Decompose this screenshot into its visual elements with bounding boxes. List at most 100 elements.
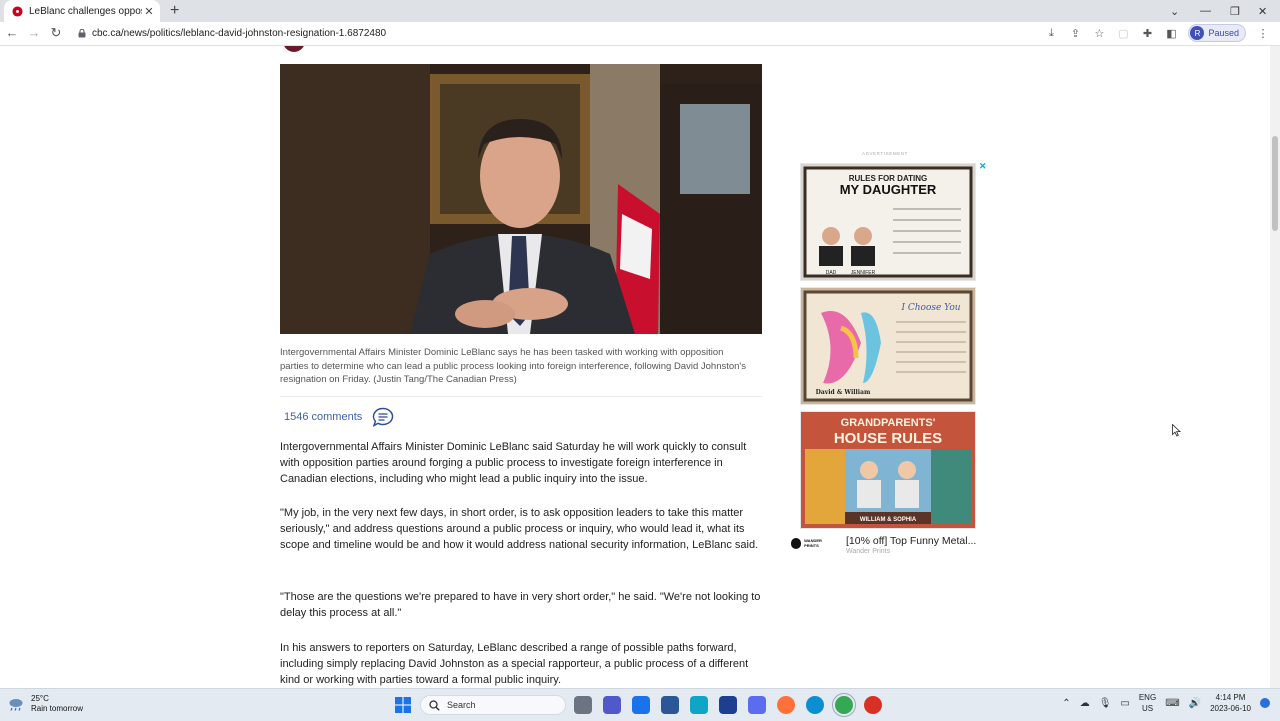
ad2-names: David & William [816, 389, 871, 396]
install-icon[interactable]: ⤓ [1044, 27, 1058, 40]
toolbar-actions: ⤓ ⇪ ☆ ▢ ✚ ◧ R Paused ⋮ [1044, 24, 1270, 42]
language-indicator[interactable]: ENG US [1139, 692, 1156, 714]
network-icon[interactable]: ⌨ [1165, 698, 1179, 709]
back-button[interactable]: ← [4, 25, 20, 40]
windows-taskbar: 25°C Rain tomorrow Search ⌃ ☁ 🎙 ▭ ENG US… [0, 688, 1280, 721]
microsoft-store-icon[interactable] [661, 696, 679, 714]
taskbar-clock[interactable]: 4:14 PM 2023-06-10 [1210, 692, 1251, 714]
lock-icon [78, 29, 86, 38]
ad-image-1[interactable]: RULES FOR DATING MY DAUGHTER DAD JENNIFE… [800, 163, 976, 281]
page-scrollbar[interactable] [1270, 46, 1280, 688]
sharex-icon[interactable] [719, 696, 737, 714]
clock-date: 2023-06-10 [1210, 704, 1251, 713]
article-paragraph-3: "Those are the questions we're prepared … [280, 591, 761, 619]
ad2-script: I Choose You [900, 303, 960, 313]
language-code: ENG [1138, 693, 1157, 702]
bookmark-star-icon[interactable]: ☆ [1092, 27, 1106, 40]
ad-image-3-art: GRANDPARENTS' HOUSE RULES WILLIAM & SOPH… [801, 412, 975, 528]
onedrive-cloud-icon[interactable]: ☁ [1080, 698, 1090, 709]
ad1-line2: MY DAUGHTER [840, 182, 937, 197]
mouse-cursor-icon [1172, 424, 1181, 437]
comments-link[interactable]: 1546 comments [284, 407, 394, 427]
firefox-icon[interactable] [777, 696, 795, 714]
advertiser-logo: WANDER PRINTS [791, 537, 835, 549]
toolbar: ← → ↻ cbc.ca/news/politics/leblanc-david… [0, 22, 1280, 46]
menu-kebab-icon[interactable]: ⋮ [1256, 27, 1270, 40]
task-view-icon[interactable] [574, 696, 592, 714]
address-bar[interactable]: cbc.ca/news/politics/leblanc-david-johns… [78, 26, 1058, 41]
ad-headline[interactable]: [10% off] Top Funny Metal... [846, 535, 976, 547]
extensions-puzzle-icon[interactable]: ✚ [1140, 27, 1154, 40]
url-text: cbc.ca/news/politics/leblanc-david-johns… [92, 28, 387, 39]
forward-button[interactable]: → [26, 25, 42, 40]
ad-advertiser: Wander Prints [846, 548, 891, 555]
minimize-button[interactable]: — [1200, 0, 1211, 22]
chrome-canary-icon[interactable] [864, 696, 882, 714]
dropbox-icon[interactable] [632, 696, 650, 714]
ad3-line2: HOUSE RULES [834, 430, 942, 447]
tab-search-icon[interactable]: ⌄ [1170, 0, 1179, 22]
photo-caption: Intergovernmental Affairs Minister Domin… [280, 347, 746, 385]
tray-overflow-chevron-icon[interactable]: ⌃ [1062, 698, 1070, 709]
restore-button[interactable]: ❐ [1230, 0, 1240, 22]
media-player-icon[interactable] [748, 696, 766, 714]
close-window-button[interactable]: ✕ [1258, 0, 1267, 22]
ad-image-2-art: I Choose You David & William [803, 290, 973, 402]
microphone-icon[interactable]: 🎙 [1099, 698, 1112, 709]
share-icon[interactable]: ⇪ [1068, 27, 1082, 40]
pinned-apps [574, 696, 882, 714]
author-avatar [283, 46, 305, 52]
article-paragraph-4: In his answers to reporters on Saturday,… [280, 642, 749, 686]
reload-button[interactable]: ↻ [48, 25, 64, 41]
edge-icon[interactable] [806, 696, 824, 714]
caption-divider [280, 396, 762, 397]
notification-icon[interactable] [1260, 698, 1270, 708]
clock-time: 4:14 PM [1215, 693, 1246, 702]
comments-count[interactable]: 1546 comments [284, 411, 362, 423]
side-panel-icon[interactable]: ◧ [1164, 27, 1178, 40]
ad-label: ADVERTISEMENT [862, 151, 908, 156]
advertiser-logo-mark [791, 537, 802, 549]
cbc-gem-icon [12, 5, 23, 17]
web-page: Intergovernmental Affairs Minister Domin… [0, 46, 1270, 688]
ad-footer[interactable]: WANDER PRINTS [10% off] Top Funny Metal.… [791, 535, 976, 555]
ad1-name-1: DAD [826, 270, 837, 276]
tab-close-icon[interactable]: ✕ [142, 5, 156, 18]
ad3-line1: GRANDPARENTS' [841, 417, 936, 429]
search-label: Search [447, 700, 476, 710]
browser-tab-active[interactable]: LeBlanc challenges opposition to ✕ [4, 0, 160, 22]
tab-title: LeBlanc challenges opposition to [29, 5, 142, 17]
teams-icon[interactable] [603, 696, 621, 714]
chrome-icon[interactable] [835, 696, 853, 714]
taskbar-search[interactable]: Search [420, 695, 566, 715]
volume-icon[interactable]: 🔊 [1189, 698, 1201, 709]
ad-text[interactable]: [10% off] Top Funny Metal... Wander Prin… [846, 535, 976, 555]
advertiser-logo-text: WANDER PRINTS [804, 538, 822, 548]
extension-placeholder-icon[interactable]: ▢ [1116, 27, 1130, 40]
profile-status: Paused [1208, 28, 1239, 38]
profile-avatar: R [1190, 26, 1205, 40]
keyboard-region: US [1141, 704, 1154, 713]
comment-bubble-icon[interactable] [372, 407, 394, 427]
ad-image-2[interactable]: I Choose You David & William [800, 287, 976, 405]
article-paragraph-1: Intergovernmental Affairs Minister Domin… [280, 441, 747, 485]
ad3-names: WILLIAM & SOPHIA [860, 517, 917, 523]
tab-strip: LeBlanc challenges opposition to ✕ + ⌄ —… [0, 0, 1280, 22]
ad1-name-2: JENNIFER [851, 270, 876, 276]
tablet-icon[interactable]: ▭ [1120, 698, 1129, 709]
weather-forecast: Rain tomorrow [31, 704, 84, 713]
windows-start-icon[interactable] [395, 697, 411, 713]
ad-image-3[interactable]: GRANDPARENTS' HOUSE RULES WILLIAM & SOPH… [800, 411, 976, 529]
vscode-icon[interactable] [690, 696, 708, 714]
rain-cloud-icon [9, 699, 23, 711]
ad-image-1-art: RULES FOR DATING MY DAUGHTER DAD JENNIFE… [803, 166, 973, 278]
profile-button[interactable]: R Paused [1188, 24, 1246, 42]
ad-close-icon[interactable]: ✕ [979, 161, 987, 172]
article-photo[interactable] [280, 64, 762, 334]
scrollbar-thumb[interactable] [1272, 136, 1278, 231]
weather-temperature: 25°C [31, 694, 49, 703]
weather-widget[interactable]: 25°C Rain tomorrow [8, 694, 83, 714]
search-icon [429, 699, 440, 711]
new-tab-button[interactable]: + [170, 2, 179, 20]
article-paragraph-2: "My job, in the very next few days, in s… [280, 507, 759, 551]
